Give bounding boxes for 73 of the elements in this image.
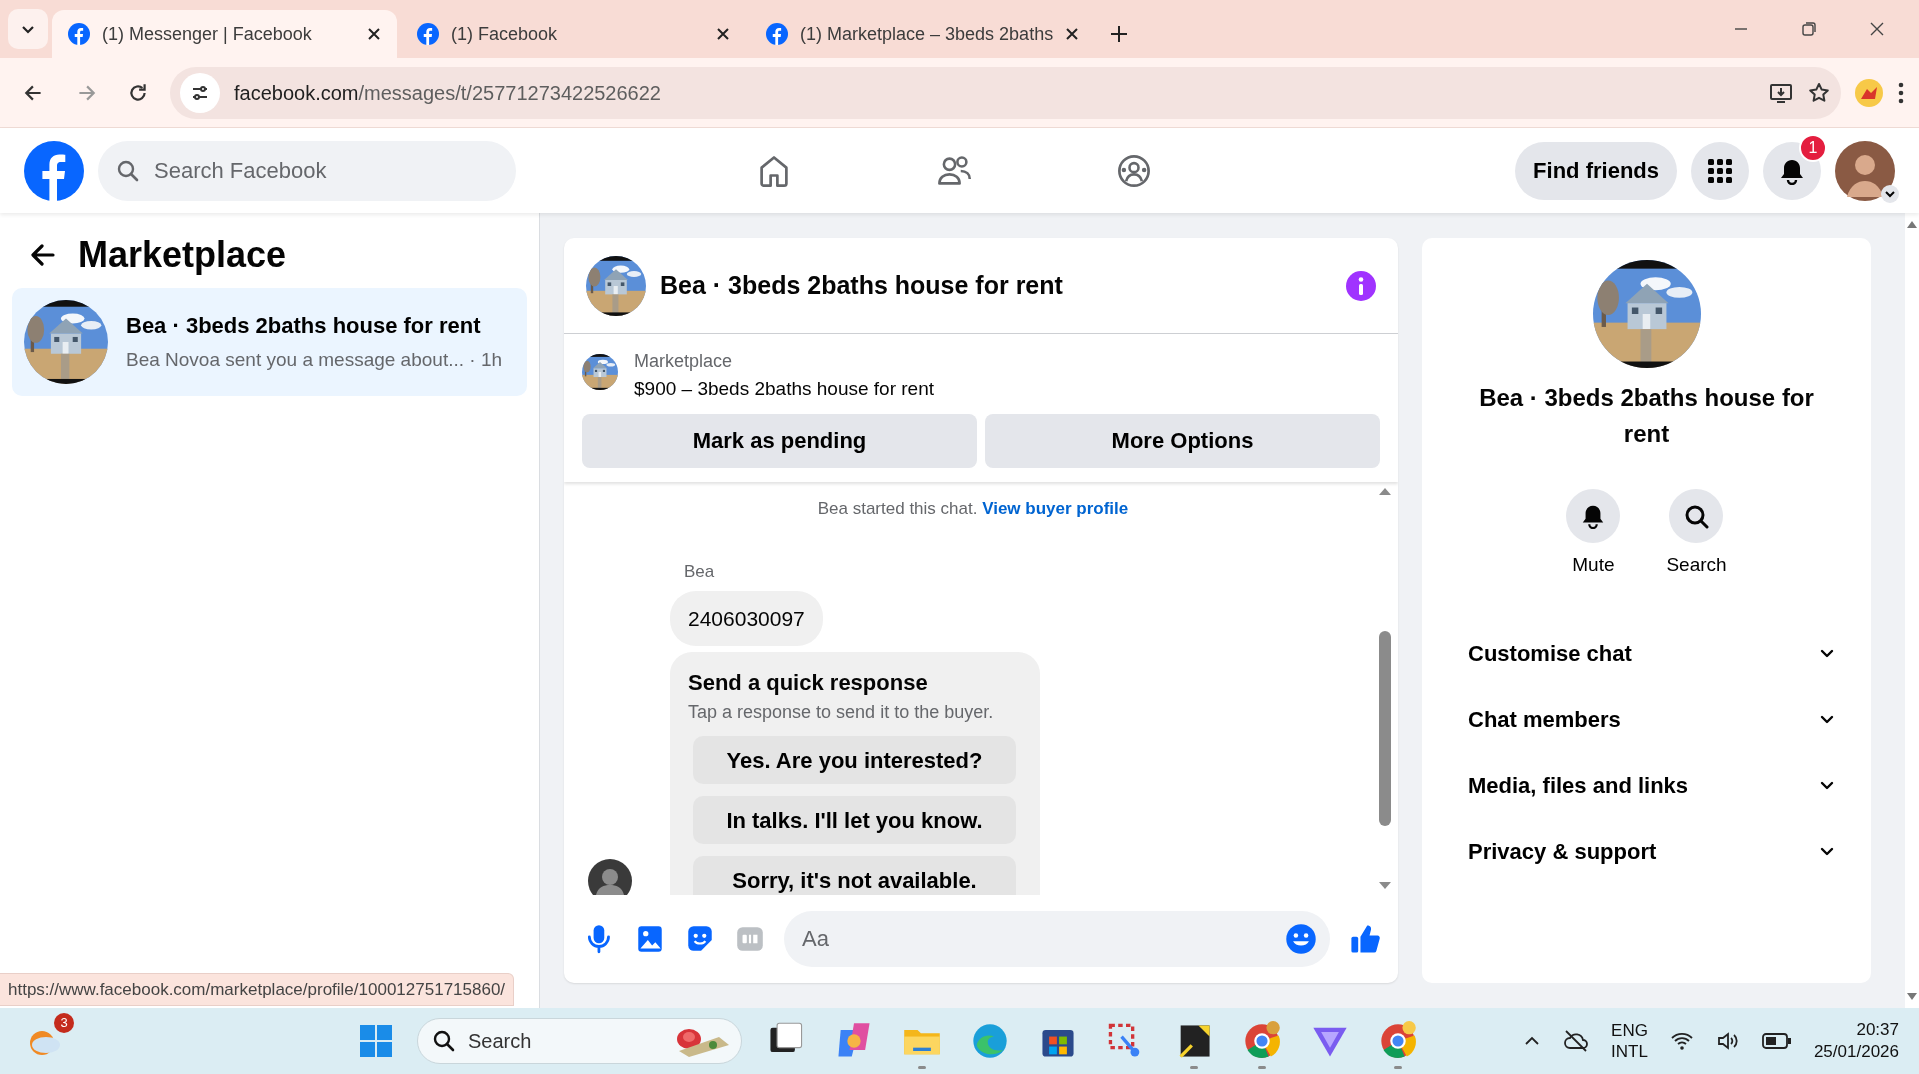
extension-icon[interactable] bbox=[1853, 76, 1885, 109]
message-input[interactable]: Aa bbox=[784, 911, 1330, 967]
quick-reply-button[interactable]: Sorry, it's not available. bbox=[693, 856, 1016, 895]
star-icon[interactable] bbox=[1807, 80, 1831, 105]
site-settings-icon[interactable] bbox=[180, 72, 220, 113]
quick-reply-button[interactable]: In talks. I'll let you know. bbox=[693, 796, 1016, 844]
restore-icon[interactable] bbox=[1800, 20, 1818, 38]
card-subtitle: Tap a response to send it to the buyer. bbox=[688, 701, 995, 724]
facebook-icon bbox=[417, 23, 439, 45]
browser-tab[interactable]: (1) Facebook bbox=[401, 10, 746, 58]
listing-title: $900 – 3beds 2baths house for rent bbox=[634, 377, 934, 401]
more-icon[interactable] bbox=[1897, 80, 1905, 105]
status-url: https://www.facebook.com/marketplace/profile/100012751715860/ bbox=[0, 972, 515, 1006]
speaker-icon[interactable] bbox=[1715, 1029, 1740, 1053]
facebook-icon bbox=[68, 23, 90, 45]
facebook-logo-icon[interactable] bbox=[24, 140, 84, 201]
action-button[interactable]: Mute bbox=[1560, 488, 1627, 581]
groups-icon[interactable] bbox=[1116, 152, 1152, 189]
avatar bbox=[588, 859, 632, 895]
close-icon[interactable] bbox=[367, 27, 381, 41]
close-icon[interactable] bbox=[1065, 27, 1079, 41]
conversation-title: Bea · 3beds 2baths house for rent bbox=[1478, 383, 1815, 449]
find-friends-button[interactable]: Find friends bbox=[1515, 141, 1677, 200]
reload-icon[interactable] bbox=[127, 81, 149, 104]
quick-reply-button[interactable]: Yes. Are you interested? bbox=[693, 736, 1016, 784]
listing-action-button[interactable]: Mark as pending bbox=[582, 413, 977, 468]
battery-icon[interactable] bbox=[1761, 1032, 1792, 1050]
section-toggle[interactable]: Media, files and links bbox=[1446, 752, 1847, 819]
section-toggle[interactable]: Customise chat bbox=[1446, 620, 1847, 687]
notification-badge: 3 bbox=[54, 1013, 74, 1033]
profile-avatar[interactable] bbox=[1835, 140, 1895, 201]
facebook-icon bbox=[766, 23, 788, 45]
listing-action-button[interactable]: More Options bbox=[985, 413, 1380, 468]
taskbar-search[interactable]: Search bbox=[417, 1018, 742, 1064]
info-icon[interactable] bbox=[1346, 270, 1376, 301]
windows-icon[interactable] bbox=[359, 1024, 393, 1058]
search-icon bbox=[116, 158, 140, 183]
cloud-offline-icon[interactable] bbox=[1563, 1028, 1590, 1054]
section-toggle[interactable]: Chat members bbox=[1446, 686, 1847, 753]
search-field[interactable]: Search Facebook bbox=[98, 140, 516, 201]
buyer-profile-link[interactable]: View buyer profile bbox=[982, 498, 1129, 518]
plus-icon[interactable] bbox=[1110, 25, 1128, 43]
search-icon bbox=[1683, 503, 1710, 529]
chrome-icon[interactable] bbox=[1242, 1021, 1282, 1061]
notification-badge: 1 bbox=[1799, 133, 1827, 162]
chrome-icon[interactable] bbox=[1378, 1021, 1418, 1061]
page-scrollbar[interactable] bbox=[1905, 213, 1919, 1008]
caret-icon[interactable] bbox=[1881, 184, 1899, 203]
grid-icon bbox=[1706, 156, 1734, 185]
search-icon bbox=[432, 1029, 456, 1053]
action-button[interactable]: Search bbox=[1660, 488, 1733, 581]
sender-name: Bea bbox=[684, 561, 716, 583]
browser-tab[interactable]: (1) Marketplace – 3beds 2baths bbox=[750, 10, 1095, 58]
conversation-item[interactable]: Bea · 3beds 2baths house for rent Bea Novoa sent you a message about... · 1h bbox=[12, 288, 527, 397]
scroll-up-icon[interactable] bbox=[1906, 219, 1918, 229]
close-icon[interactable] bbox=[1868, 20, 1886, 38]
message-bubble: 2406030097 bbox=[670, 590, 823, 646]
emoji-icon[interactable] bbox=[1284, 922, 1318, 956]
close-icon[interactable] bbox=[716, 27, 730, 41]
scroll-down-icon[interactable] bbox=[1906, 992, 1918, 1002]
language-indicator[interactable]: ENG INTL bbox=[1611, 1019, 1648, 1063]
panel-title: Marketplace bbox=[78, 233, 287, 277]
address-bar[interactable]: facebook.com/messages/t/25771273422526622 bbox=[170, 66, 1841, 119]
chat-title: Bea · 3beds 2baths house for rent bbox=[660, 269, 1064, 301]
section-toggle[interactable]: Privacy & support bbox=[1446, 818, 1847, 885]
scroll-down-icon[interactable] bbox=[1378, 881, 1392, 891]
clock[interactable]: 20:37 25/01/2026 bbox=[1813, 1018, 1899, 1064]
card-title: Send a quick response bbox=[688, 669, 929, 697]
browser-tab[interactable]: (1) Messenger | Facebook bbox=[52, 10, 397, 58]
url-text: facebook.com/messages/t/25771273422526622 bbox=[234, 80, 661, 106]
chat-notice: Bea started this chat. View buyer profile bbox=[816, 497, 1130, 520]
thumbs-up-icon[interactable] bbox=[1348, 922, 1382, 956]
listing-label: Marketplace bbox=[634, 350, 734, 373]
